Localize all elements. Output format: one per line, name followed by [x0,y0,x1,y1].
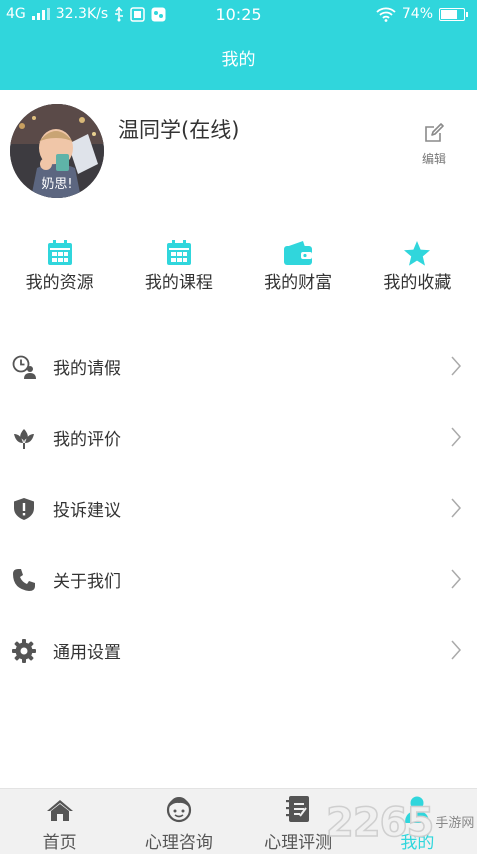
avatar[interactable]: 奶思! [10,104,104,198]
star-icon [404,241,431,266]
calendar-icon [47,240,72,265]
quick-link-label: 我的财富 [264,273,333,293]
quick-link-label: 我的资源 [25,273,94,293]
watermark-site: 手游网 [435,815,475,831]
page-title: 我的 [0,30,477,90]
calendar-icon [166,240,191,265]
chevron-right-icon [451,427,461,447]
avatar-caption: 奶思! [41,177,73,192]
edit-icon [425,123,444,142]
shield-alert-icon [14,497,34,520]
chevron-right-icon [451,640,461,660]
menu-item-about[interactable]: 关于我们 [0,544,477,615]
quick-link-label: 我的课程 [144,273,213,293]
menu-item-label: 通用设置 [53,643,121,663]
quick-link-wealth[interactable]: 我的财富 [239,230,358,310]
battery-icon [439,7,468,21]
battery-level [441,9,457,19]
chevron-right-icon [451,569,461,589]
notebook-icon [286,796,310,822]
tab-label: 心理咨询 [144,833,213,853]
clock-user-icon [12,355,36,379]
chevron-right-icon [451,356,461,376]
edit-button[interactable]: 编辑 [412,122,456,167]
username: 温同学(在线) [118,118,240,142]
phone-icon [13,568,35,591]
status-bar: 4G 32.3K/s 10:25 74% [0,0,477,30]
quick-link-resources[interactable]: 我的资源 [0,230,119,310]
battery-percent: 74% [401,6,433,22]
menu-item-feedback[interactable]: 投诉建议 [0,473,477,544]
quick-links: 我的资源 我的课程 我的财富 我的收藏 [0,230,477,310]
tab-counseling[interactable]: 心理咨询 [119,789,238,854]
edit-label: 编辑 [421,152,446,166]
wifi-icon [376,7,396,22]
home-icon [46,800,73,821]
quick-link-label: 我的收藏 [383,273,452,293]
menu-item-leave[interactable]: 我的请假 [0,331,477,402]
flower-icon [14,428,34,449]
menu-item-settings[interactable]: 通用设置 [0,615,477,686]
wallet-icon [284,241,313,265]
quick-link-favorites[interactable]: 我的收藏 [358,230,477,310]
menu-item-label: 我的评价 [53,430,121,450]
watermark-logo: 2265 手游网 [325,798,475,848]
profile-section: 奶思! 温同学(在线) 编辑 [0,90,477,210]
gear-icon [12,638,36,663]
settings-menu: 我的请假 我的评价 投诉建议 关于我们 通用设置 [0,331,477,686]
tab-label: 首页 [42,833,77,853]
menu-item-label: 关于我们 [53,572,121,592]
quick-link-courses[interactable]: 我的课程 [119,230,238,310]
face-icon [166,797,191,823]
tab-home[interactable]: 首页 [0,789,119,854]
menu-item-reviews[interactable]: 我的评价 [0,402,477,473]
watermark-number: 2265 [325,799,435,847]
menu-item-label: 我的请假 [53,359,121,379]
chevron-right-icon [451,498,461,518]
menu-item-label: 投诉建议 [53,501,121,521]
